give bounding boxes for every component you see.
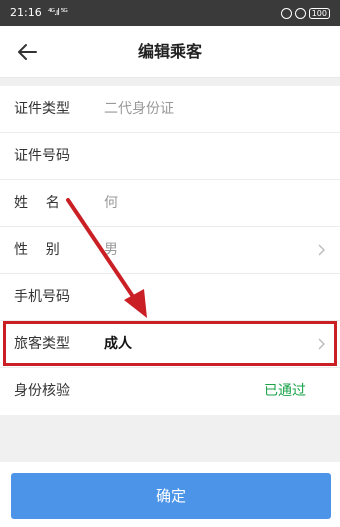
battery-icon: 100 bbox=[308, 7, 330, 19]
gender-value: 男 bbox=[104, 242, 118, 258]
row-label: 手机号码 bbox=[14, 289, 70, 305]
chevron-right-icon bbox=[318, 244, 325, 256]
row-label: 证件号码 bbox=[14, 148, 70, 164]
row-label: 旅客类型 bbox=[14, 336, 70, 352]
status-right: 100 bbox=[280, 0, 330, 26]
row-passenger-type[interactable]: 旅客类型 成人 bbox=[0, 321, 340, 368]
sync-icon bbox=[280, 7, 292, 19]
status-time: 21:16 bbox=[10, 6, 42, 19]
row-id-type[interactable]: 证件类型 二代身份证 bbox=[0, 86, 340, 133]
back-button[interactable] bbox=[14, 38, 42, 66]
alarm-icon bbox=[294, 7, 306, 19]
page-title: 编辑乘客 bbox=[137, 42, 202, 61]
footer: 确定 bbox=[0, 462, 340, 527]
row-name[interactable]: 姓 名 何 bbox=[0, 180, 340, 227]
header: 编辑乘客 bbox=[0, 26, 340, 78]
row-gender[interactable]: 性 别 男 bbox=[0, 227, 340, 274]
row-label: 身份核验 bbox=[14, 383, 70, 399]
arrow-left-icon bbox=[18, 44, 37, 60]
id-type-value: 二代身份证 bbox=[104, 101, 174, 117]
row-phone[interactable]: 手机号码 bbox=[0, 274, 340, 321]
chevron-right-icon bbox=[318, 338, 325, 350]
name-value: 何 bbox=[104, 195, 118, 211]
confirm-button[interactable]: 确定 bbox=[11, 473, 331, 519]
row-id-number[interactable]: 证件号码 bbox=[0, 133, 340, 180]
verification-status: 已通过 bbox=[264, 383, 306, 399]
row-label: 性 别 bbox=[14, 242, 60, 258]
signal-icon: ⁴ᴳ.ıl ⁵ᴳ bbox=[48, 8, 68, 18]
row-identity-verification: 身份核验 已通过 bbox=[0, 368, 340, 415]
status-bar: 21:16 ⁴ᴳ.ıl ⁵ᴳ 100 bbox=[0, 0, 340, 26]
row-label: 姓 名 bbox=[14, 195, 60, 211]
passenger-form: 证件类型 二代身份证 证件号码 姓 名 何 性 别 男 手机号码 旅客类型 成人… bbox=[0, 86, 340, 415]
row-label: 证件类型 bbox=[14, 101, 70, 117]
passenger-type-value: 成人 bbox=[104, 336, 132, 352]
